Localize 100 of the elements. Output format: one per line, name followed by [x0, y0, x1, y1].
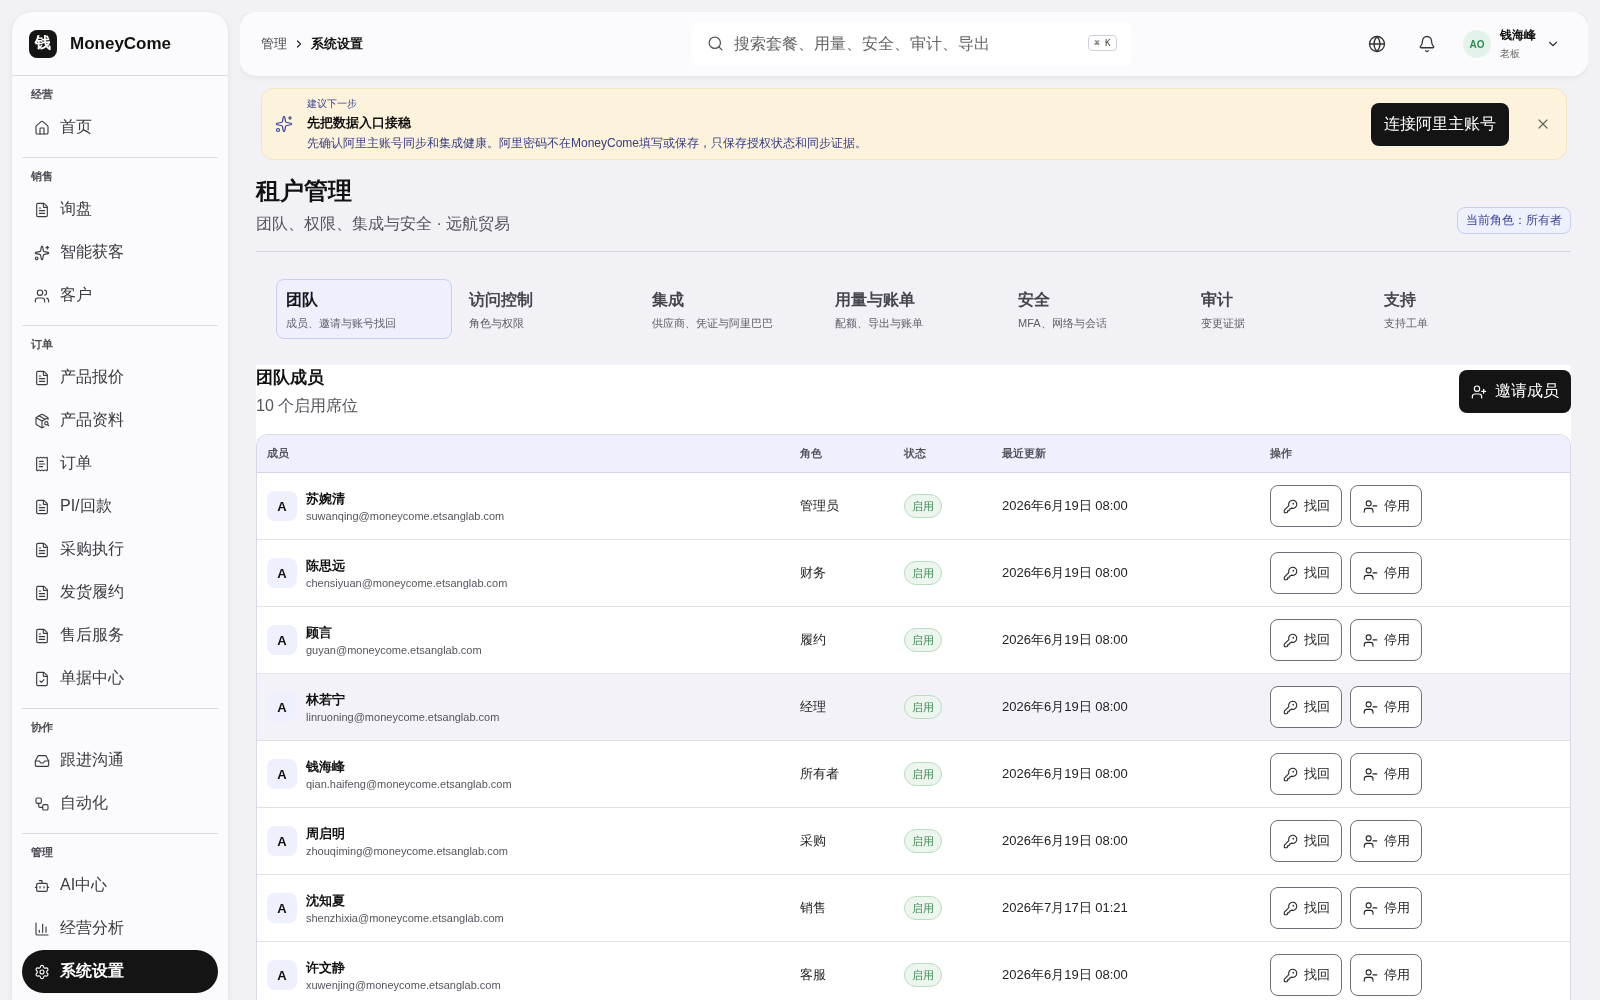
member-name: 陈思远 — [306, 557, 346, 575]
updated-cell: 2026年6月19日 08:00 — [1002, 698, 1128, 716]
nav-item[interactable]: 自动化 — [22, 782, 218, 825]
deactivate-button[interactable]: 停用 — [1350, 619, 1422, 661]
updated-cell: 2026年6月19日 08:00 — [1002, 497, 1128, 515]
status-badge: 启用 — [904, 896, 942, 920]
recover-button[interactable]: 找回 — [1270, 485, 1342, 527]
brand-logo: 钱 — [29, 29, 57, 58]
key-icon — [1282, 699, 1298, 715]
column-header: 状态 — [902, 446, 927, 461]
tab[interactable]: 团队 成员、邀请与账号找回 — [276, 279, 452, 339]
nav-item[interactable]: 系统设置 — [22, 950, 218, 993]
section-subtitle: 10 个启用席位 — [256, 396, 359, 416]
connect-button[interactable]: 连接阿里主账号 — [1371, 102, 1509, 146]
key-icon — [1282, 833, 1298, 849]
user-minus-icon — [1362, 766, 1378, 782]
status-badge: 启用 — [904, 695, 942, 719]
globe-icon[interactable] — [1368, 35, 1386, 53]
nav-item[interactable]: 产品报价 — [22, 356, 218, 399]
tab[interactable]: 审计 变更证据 — [1191, 279, 1367, 339]
nav-item[interactable]: 售后服务 — [22, 614, 218, 657]
deactivate-button[interactable]: 停用 — [1350, 686, 1422, 728]
updated-cell: 2026年6月19日 08:00 — [1002, 765, 1128, 783]
nav-section-label: 管理 — [30, 845, 54, 860]
inbox-icon — [34, 752, 50, 769]
status-badge: 启用 — [904, 963, 942, 987]
receipt-icon — [34, 455, 50, 472]
nav-item[interactable]: AI中心 — [22, 864, 218, 907]
nav-item[interactable]: 询盘 — [22, 188, 218, 231]
nav-item[interactable]: 客户 — [22, 274, 218, 317]
user-minus-icon — [1362, 833, 1378, 849]
recover-button[interactable]: 找回 — [1270, 954, 1342, 996]
key-icon — [1282, 632, 1298, 648]
role-cell: 履约 — [800, 631, 826, 649]
nav-item[interactable]: 单据中心 — [22, 657, 218, 700]
deactivate-button[interactable]: 停用 — [1350, 753, 1422, 795]
member-email: suwanqing@moneycome.etsanglab.com — [306, 510, 505, 522]
role-cell: 所有者 — [800, 765, 839, 783]
key-icon — [1282, 766, 1298, 782]
column-header: 最近更新 — [1001, 446, 1047, 461]
deactivate-button[interactable]: 停用 — [1350, 552, 1422, 594]
document-icon — [34, 541, 50, 558]
key-icon — [1282, 967, 1298, 983]
tab[interactable]: 支持 支持工单 — [1374, 279, 1550, 339]
member-avatar: A — [267, 491, 297, 521]
banner-message: 先确认阿里主账号同步和集成健康。阿里密码不在MoneyCome填写或保存，只保存授权状态和同步证据。 — [307, 134, 869, 152]
recover-button[interactable]: 找回 — [1270, 753, 1342, 795]
search-icon — [706, 35, 724, 52]
nav-item[interactable]: 智能获客 — [22, 231, 218, 274]
tab[interactable]: 集成 供应商、凭证与阿里巴巴 — [642, 279, 818, 339]
status-badge: 启用 — [904, 628, 942, 652]
document-icon — [34, 498, 50, 515]
breadcrumb-link[interactable]: 管理 — [261, 35, 287, 53]
nav-item[interactable]: 发货履约 — [22, 571, 218, 614]
nav-item[interactable]: 跟进沟通 — [22, 739, 218, 782]
member-email: shenzhixia@moneycome.etsanglab.com — [306, 912, 504, 924]
member-avatar: A — [267, 826, 297, 856]
document-icon — [34, 627, 50, 644]
role-cell: 财务 — [800, 564, 826, 582]
tab[interactable]: 用量与账单 配额、导出与账单 — [825, 279, 1001, 339]
member-name: 顾言 — [306, 624, 333, 642]
updated-cell: 2026年6月19日 08:00 — [1002, 631, 1128, 649]
user-minus-icon — [1362, 699, 1378, 715]
key-icon — [1282, 498, 1298, 514]
deactivate-button[interactable]: 停用 — [1350, 820, 1422, 862]
invite-button[interactable]: 邀请成员 — [1459, 370, 1571, 413]
role-cell: 销售 — [800, 899, 826, 917]
nav-item[interactable]: 首页 — [22, 106, 218, 149]
nav-item[interactable]: 订单 — [22, 442, 218, 485]
nav-item[interactable]: 产品资料 — [22, 399, 218, 442]
nav-item[interactable]: 经营分析 — [22, 907, 218, 950]
recover-button[interactable]: 找回 — [1270, 686, 1342, 728]
role-cell: 经理 — [800, 698, 826, 716]
user-minus-icon — [1362, 900, 1378, 916]
workflow-icon — [34, 795, 50, 812]
member-email: zhouqiming@moneycome.etsanglab.com — [306, 845, 508, 857]
nav-item[interactable]: PI/回款 — [22, 485, 218, 528]
user-minus-icon — [1362, 565, 1378, 581]
bell-icon[interactable] — [1418, 35, 1436, 53]
recover-button[interactable]: 找回 — [1270, 619, 1342, 661]
home-icon — [34, 119, 50, 136]
deactivate-button[interactable]: 停用 — [1350, 485, 1422, 527]
recover-button[interactable]: 找回 — [1270, 820, 1342, 862]
document-check-icon — [34, 670, 50, 687]
tab[interactable]: 访问控制 角色与权限 — [459, 279, 635, 339]
updated-cell: 2026年7月17日 01:21 — [1002, 899, 1128, 917]
recover-button[interactable]: 找回 — [1270, 887, 1342, 929]
sparkle-icon — [275, 115, 293, 133]
tab[interactable]: 安全 MFA、网络与会话 — [1008, 279, 1184, 339]
nav-section-label: 销售 — [29, 169, 54, 184]
member-name: 许文静 — [306, 959, 346, 977]
document-icon — [34, 201, 50, 218]
user-minus-icon — [1362, 967, 1378, 983]
nav-item[interactable]: 采购执行 — [22, 528, 218, 571]
user-role: 老板 — [1500, 47, 1521, 61]
member-avatar: A — [267, 960, 297, 990]
recover-button[interactable]: 找回 — [1270, 552, 1342, 594]
column-header: 操作 — [1269, 446, 1293, 461]
deactivate-button[interactable]: 停用 — [1350, 887, 1422, 929]
deactivate-button[interactable]: 停用 — [1350, 954, 1422, 996]
